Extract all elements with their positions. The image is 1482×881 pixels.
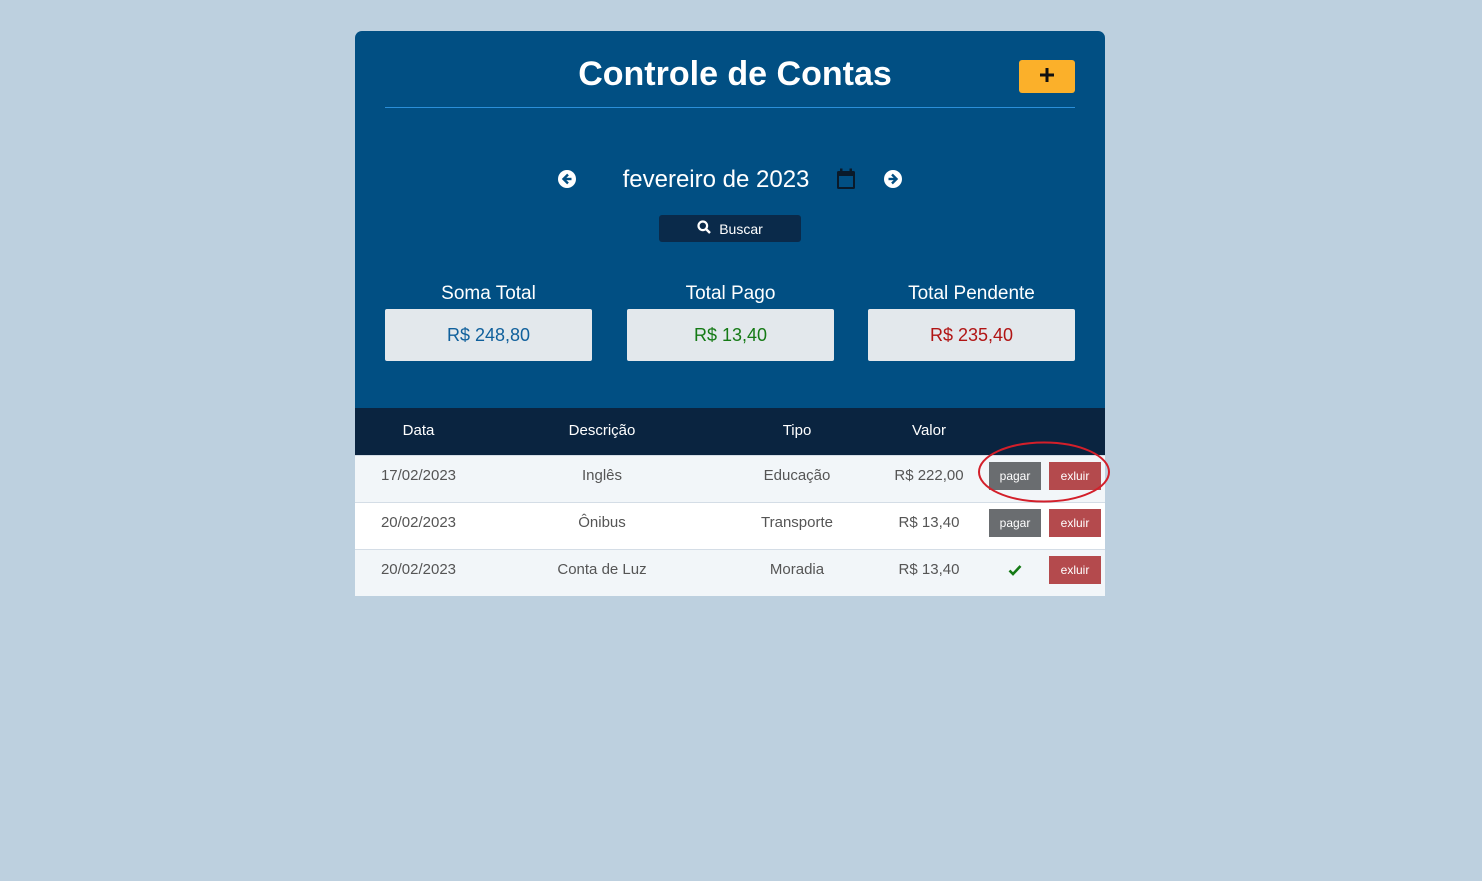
row-value: R$ 13,40 bbox=[898, 561, 960, 578]
pay-button[interactable]: pagar bbox=[989, 509, 1041, 537]
delete-button[interactable]: exluir bbox=[1049, 509, 1101, 537]
plus-icon bbox=[1040, 68, 1054, 85]
app-container: Controle de Contas fevereiro de 2023 Bus… bbox=[355, 31, 1105, 596]
row-type: Moradia bbox=[769, 561, 825, 578]
paid-check-icon bbox=[1008, 563, 1022, 577]
table-row: 20/02/2023 Ônibus Transporte R$ 13,40 pa… bbox=[355, 502, 1105, 549]
page-title: Controle de Contas bbox=[578, 55, 892, 93]
row-value: R$ 222,00 bbox=[894, 467, 964, 484]
summary-pending: Total Pendente R$ 235,40 bbox=[868, 283, 1075, 361]
search-button-label: Buscar bbox=[719, 220, 763, 237]
search-button[interactable]: Buscar bbox=[659, 215, 801, 242]
table-row: 17/02/2023 Inglês Educação R$ 222,00 pag… bbox=[355, 455, 1105, 502]
delete-button[interactable]: exluir bbox=[1049, 556, 1101, 584]
add-bill-button[interactable] bbox=[1019, 60, 1075, 93]
header-divider bbox=[385, 107, 1075, 108]
row-date: 17/02/2023 bbox=[380, 467, 457, 484]
calendar-icon[interactable] bbox=[836, 168, 856, 190]
summary-pending-value: R$ 235,40 bbox=[868, 309, 1075, 361]
column-header-data: Data bbox=[402, 422, 435, 439]
pay-button[interactable]: pagar bbox=[989, 462, 1041, 490]
summary-paid-value: R$ 13,40 bbox=[627, 309, 834, 361]
current-month-label: fevereiro de 2023 bbox=[622, 166, 810, 193]
row-value: R$ 13,40 bbox=[898, 514, 960, 531]
table-header: Data Descrição Tipo Valor bbox=[355, 408, 1105, 455]
summary-total-value: R$ 248,80 bbox=[385, 309, 592, 361]
arrow-right-circle-icon[interactable] bbox=[884, 170, 902, 188]
column-header-descricao: Descrição bbox=[568, 422, 636, 439]
arrow-left-circle-icon[interactable] bbox=[558, 170, 576, 188]
row-type: Transporte bbox=[761, 514, 833, 531]
summary-paid: Total Pago R$ 13,40 bbox=[627, 283, 834, 361]
row-date: 20/02/2023 bbox=[380, 514, 457, 531]
row-type: Educação bbox=[763, 467, 831, 484]
month-navigator: fevereiro de 2023 bbox=[355, 161, 1105, 201]
column-header-tipo: Tipo bbox=[782, 422, 812, 439]
search-icon bbox=[697, 220, 712, 237]
row-description: Conta de Luz bbox=[557, 561, 647, 578]
summary-paid-label: Total Pago bbox=[685, 283, 776, 304]
delete-button[interactable]: exluir bbox=[1049, 462, 1101, 490]
summary-pending-label: Total Pendente bbox=[908, 283, 1035, 304]
summary-total-label: Soma Total bbox=[441, 283, 536, 304]
row-description: Ônibus bbox=[578, 514, 626, 531]
row-date: 20/02/2023 bbox=[380, 561, 457, 578]
header-panel: Controle de Contas fevereiro de 2023 Bus… bbox=[355, 31, 1105, 408]
column-header-valor: Valor bbox=[912, 422, 946, 439]
summary-total: Soma Total R$ 248,80 bbox=[385, 283, 592, 361]
row-description: Inglês bbox=[581, 467, 623, 484]
bills-table: Data Descrição Tipo Valor 17/02/2023 Ing… bbox=[355, 408, 1105, 596]
table-row: 20/02/2023 Conta de Luz Moradia R$ 13,40… bbox=[355, 549, 1105, 596]
